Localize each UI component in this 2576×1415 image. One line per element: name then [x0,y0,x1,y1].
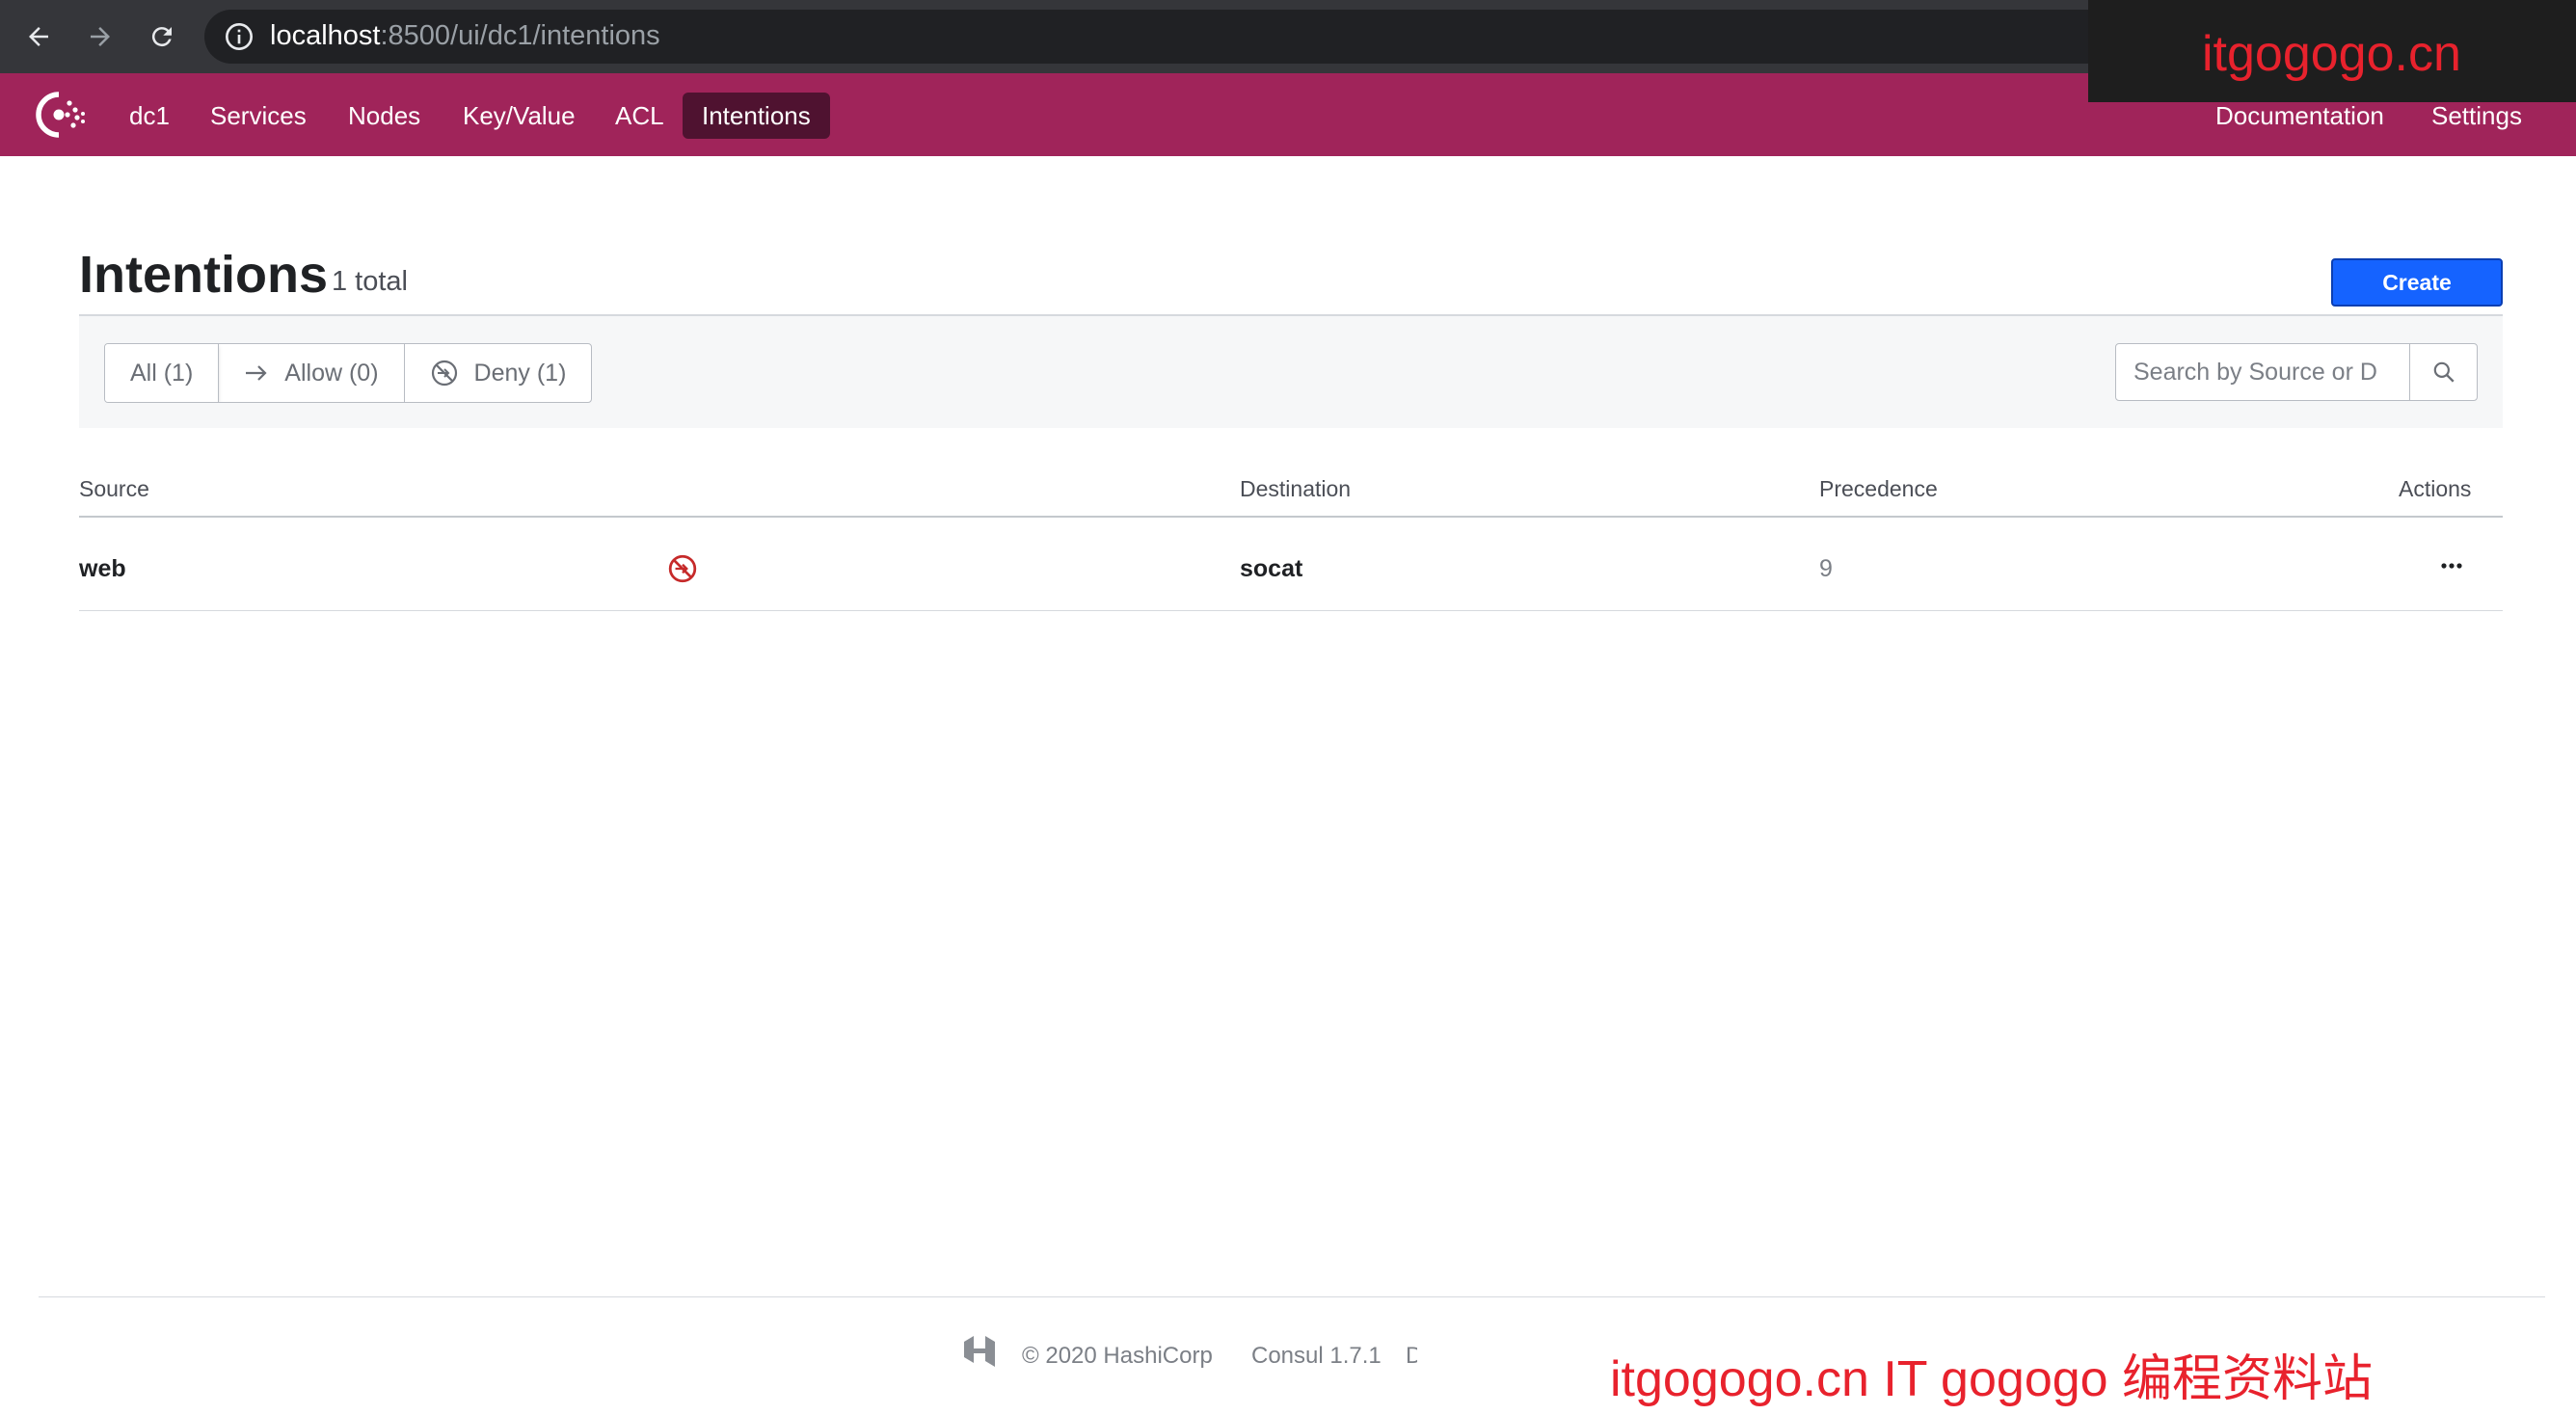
page-title: Intentions [79,246,328,304]
search-button[interactable] [2409,344,2477,400]
filter-allow[interactable]: Allow (0) [219,344,405,402]
row-source[interactable]: web [79,555,126,583]
row-destination[interactable]: socat [1240,555,1302,583]
search-field [2115,343,2478,401]
info-icon[interactable] [224,21,255,52]
watermark-top-text: itgogogo.cn [2202,26,2461,82]
column-header-destination[interactable]: Destination [1240,476,1351,502]
row-actions-button[interactable] [2435,551,2468,580]
column-header-precedence[interactable]: Precedence [1819,476,1938,502]
back-button[interactable] [15,13,62,60]
filter-allow-label: Allow (0) [284,359,379,387]
reload-icon [151,27,172,47]
nav-item-key-value[interactable]: Key/Value [443,93,595,139]
arrow-right-icon [91,27,110,46]
table-header-divider [79,516,2503,518]
filter-deny-label: Deny (1) [473,359,567,387]
action-filter-group: All (1) Allow (0) Deny (1) [104,343,593,403]
deny-icon [430,359,459,387]
arrow-left-icon [29,27,48,46]
watermark-bottom-text: itgogogo.cn IT gogogo 编程资料站 [1610,1351,2374,1407]
deny-icon [668,554,697,583]
more-horizontal-icon [2441,563,2462,569]
footer-version[interactable]: Consul 1.7.1 [1251,1343,1382,1370]
consul-logo-icon[interactable] [35,91,91,139]
search-input[interactable] [2116,344,2411,400]
datacenter-selector[interactable]: dc1 [110,93,189,139]
column-header-source[interactable]: Source [79,476,149,502]
watermark-bottom: itgogogo.cn IT gogogo 编程资料站 [1417,1301,2576,1415]
watermark-top: itgogogo.cn [2088,0,2576,102]
arrow-right-icon [244,363,269,383]
url-path: :8500/ui/dc1/intentions [380,20,660,51]
forward-button[interactable] [77,13,123,60]
nav-item-services[interactable]: Services [191,93,326,139]
url-text: localhost:8500/ui/dc1/intentions [270,20,660,52]
hashicorp-logo-icon[interactable] [960,1334,999,1369]
intention-count: 1 total [332,266,408,297]
filter-all-label: All (1) [130,359,194,387]
nav-item-acl[interactable]: ACL [596,93,684,139]
nav-item-nodes[interactable]: Nodes [329,93,440,139]
url-host: localhost [270,20,381,51]
column-header-actions: Actions [2399,476,2472,501]
search-icon [2433,361,2455,383]
filter-bar: All (1) Allow (0) Deny (1) [79,316,2503,428]
create-button[interactable]: Create [2331,258,2503,307]
filter-all[interactable]: All (1) [105,344,220,402]
table-row-divider [79,610,2503,611]
nav-item-intentions[interactable]: Intentions [683,93,830,139]
footer-copyright[interactable]: © 2020 HashiCorp [1022,1343,1213,1370]
row-precedence: 9 [1819,555,1833,582]
reload-button[interactable] [139,13,185,60]
filter-deny[interactable]: Deny (1) [405,344,592,402]
footer-divider [39,1296,2545,1297]
